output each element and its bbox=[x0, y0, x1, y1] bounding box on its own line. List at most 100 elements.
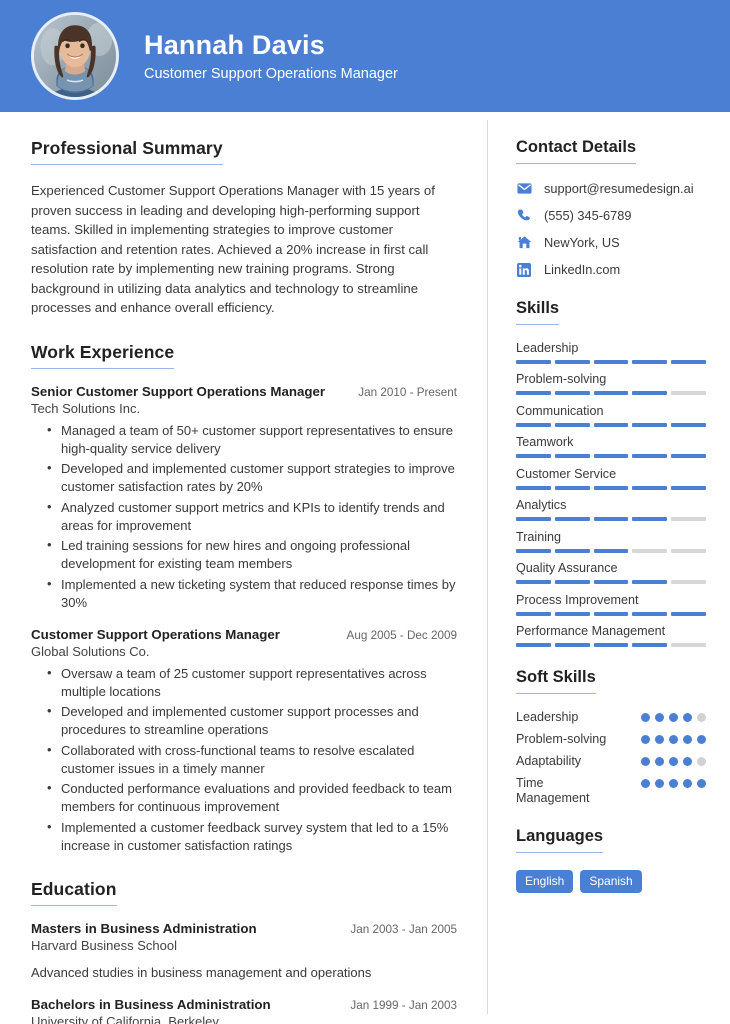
school-name: Harvard Business School bbox=[31, 937, 177, 953]
languages-list: English Spanish bbox=[516, 869, 706, 894]
skill-level-bar bbox=[516, 454, 706, 459]
skill-segment bbox=[516, 359, 551, 364]
soft-skill-dot bbox=[697, 734, 706, 744]
skill-name: Performance Management bbox=[516, 624, 666, 639]
skill-segment bbox=[671, 391, 706, 396]
skill-segment bbox=[593, 611, 629, 616]
skill-segment bbox=[671, 611, 706, 616]
skill-segment bbox=[593, 359, 629, 364]
soft-skill-rating bbox=[641, 710, 706, 722]
profile-photo-icon bbox=[34, 15, 116, 97]
contact-value: support@resumedesign.ai bbox=[544, 181, 694, 197]
skill-segment bbox=[516, 454, 551, 459]
skill-segment bbox=[593, 391, 629, 396]
soft-skill-item: Adaptability bbox=[516, 754, 706, 769]
skill-segment bbox=[632, 359, 668, 364]
school-name: University of California, Berkeley bbox=[31, 1013, 219, 1024]
experience-bullet: Conducted performance evaluations and pr… bbox=[47, 779, 457, 816]
skill-segment bbox=[554, 517, 590, 522]
soft-skill-dot bbox=[641, 734, 650, 744]
skill-segment bbox=[554, 391, 590, 396]
skill-segment bbox=[593, 643, 629, 648]
job-title: Senior Customer Support Operations Manag… bbox=[31, 383, 326, 399]
section-contact-details: Contact Details support@resumedesign.ai … bbox=[516, 138, 706, 278]
contact-item[interactable]: (555) 345-6789 bbox=[516, 208, 706, 224]
skill-segment bbox=[632, 391, 668, 396]
education-entry-list: Masters in Business Administration Jan 2… bbox=[31, 921, 457, 1024]
contact-value: NewYork, US bbox=[544, 235, 620, 251]
job-bullet-list: Oversaw a team of 25 customer support re… bbox=[31, 664, 457, 855]
skill-segment bbox=[632, 485, 668, 490]
skill-name: Teamwork bbox=[516, 435, 574, 450]
skill-segment bbox=[632, 643, 668, 648]
section-heading-skills: Skills bbox=[516, 299, 560, 325]
skill-segment bbox=[516, 517, 551, 522]
skill-name: Customer Service bbox=[516, 466, 617, 481]
soft-skill-dot bbox=[683, 756, 692, 766]
skill-item: Process Improvement bbox=[516, 593, 706, 616]
skill-segment bbox=[554, 359, 590, 364]
resume-header: Hannah Davis Customer Support Operations… bbox=[0, 0, 730, 112]
skill-level-bar bbox=[516, 580, 706, 585]
job-date-range: Jan 2010 - Present bbox=[358, 385, 457, 399]
skill-segment bbox=[632, 517, 668, 522]
skill-segment bbox=[671, 485, 706, 490]
skill-segment bbox=[671, 548, 706, 553]
skill-segment bbox=[632, 454, 668, 459]
skill-segment bbox=[671, 517, 706, 522]
home-icon bbox=[516, 235, 532, 251]
skill-segment bbox=[554, 454, 590, 459]
education-description: Advanced studies in business management … bbox=[31, 964, 372, 980]
education-entry: Masters in Business Administration Jan 2… bbox=[31, 921, 457, 982]
education-entry-header: Bachelors in Business Administration Jan… bbox=[31, 997, 457, 1012]
skill-name: Process Improvement bbox=[516, 592, 639, 607]
soft-skill-dot bbox=[683, 734, 692, 744]
soft-skill-dot bbox=[641, 778, 650, 788]
skill-segment bbox=[593, 517, 629, 522]
skill-item: Training bbox=[516, 530, 706, 553]
skill-item: Quality Assurance bbox=[516, 561, 706, 585]
skill-item: Teamwork bbox=[516, 435, 706, 459]
skill-name: Problem-solving bbox=[516, 372, 607, 387]
skill-level-bar bbox=[516, 517, 706, 522]
soft-skill-dot bbox=[655, 734, 664, 744]
soft-skill-dot bbox=[655, 778, 664, 788]
skill-segment bbox=[593, 548, 629, 553]
skill-segment bbox=[593, 580, 629, 585]
soft-skill-dot bbox=[697, 756, 706, 766]
experience-entry: Senior Customer Support Operations Manag… bbox=[31, 384, 457, 612]
skill-segment bbox=[671, 422, 706, 427]
skill-level-bar bbox=[516, 643, 706, 648]
section-heading-education: Education bbox=[31, 879, 117, 906]
language-chip: Spanish bbox=[580, 869, 642, 894]
skill-segment bbox=[516, 422, 551, 427]
skill-segment bbox=[554, 643, 590, 648]
soft-skill-name: Adaptability bbox=[516, 753, 582, 768]
soft-skill-dot bbox=[669, 712, 678, 722]
skill-segment bbox=[554, 611, 590, 616]
person-role: Customer Support Operations Manager bbox=[144, 66, 398, 83]
contact-item[interactable]: NewYork, US bbox=[516, 235, 706, 251]
section-soft-skills: Soft Skills Leadership Problem-solving A… bbox=[516, 668, 706, 806]
skill-segment bbox=[671, 643, 706, 648]
contact-item[interactable]: support@resumedesign.ai bbox=[516, 181, 706, 197]
contact-value: (555) 345-6789 bbox=[544, 208, 632, 224]
contact-item[interactable]: LinkedIn.com bbox=[516, 262, 706, 278]
skill-segment bbox=[516, 391, 551, 396]
degree-title: Bachelors in Business Administration bbox=[31, 996, 271, 1012]
skill-item: Problem-solving bbox=[516, 372, 706, 396]
soft-skill-rating bbox=[641, 776, 706, 788]
skill-item: Communication bbox=[516, 404, 706, 427]
soft-skill-rating bbox=[641, 754, 706, 766]
skills-list: Leadership Problem-solving Communication… bbox=[516, 341, 706, 648]
skill-segment bbox=[593, 454, 629, 459]
skill-name: Communication bbox=[516, 403, 604, 418]
right-column: Contact Details support@resumedesign.ai … bbox=[488, 112, 730, 1024]
contact-list: support@resumedesign.ai (555) 345-6789 N… bbox=[516, 181, 706, 278]
job-title: Customer Support Operations Manager bbox=[31, 626, 280, 642]
job-bullet-list: Managed a team of 50+ customer support r… bbox=[31, 421, 457, 612]
contact-value: LinkedIn.com bbox=[544, 262, 621, 278]
resume-body: Professional Summary Experienced Custome… bbox=[0, 112, 730, 1024]
experience-bullet: Oversaw a team of 25 customer support re… bbox=[47, 664, 457, 701]
skill-name: Training bbox=[516, 529, 562, 544]
